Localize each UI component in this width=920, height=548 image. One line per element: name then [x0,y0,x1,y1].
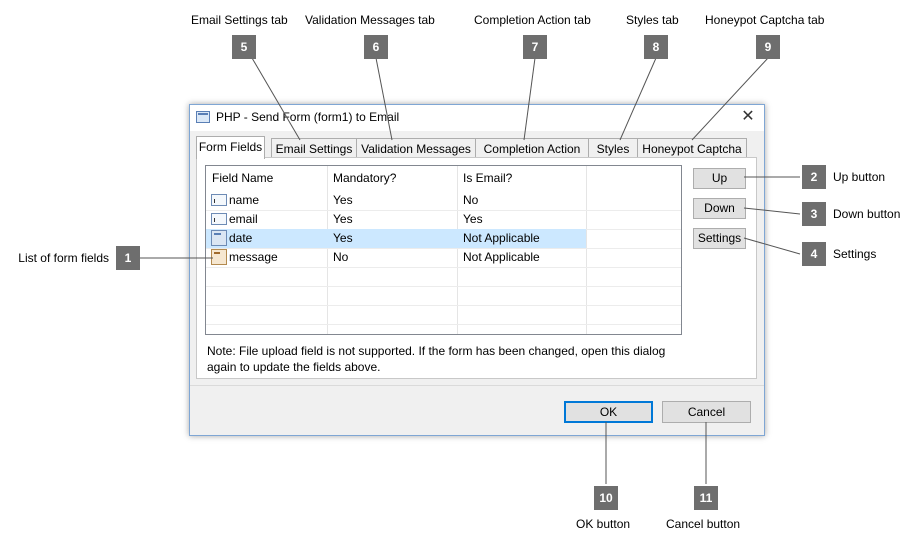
row-divider [206,324,681,325]
up-button[interactable]: Up [693,168,746,189]
column-header-is-email[interactable]: Is Email? [457,166,512,190]
callout-label-11: Cancel button [666,517,741,531]
tab-completion-action[interactable]: Completion Action [475,138,589,158]
mandatory-cell: No [333,250,349,264]
callout-label-2: Up button [833,170,886,184]
table-row[interactable]: date Yes Not Applicable [206,229,681,248]
callout-label-8: Styles tab [626,13,679,27]
callout-badge-4: 4 [802,242,826,266]
callout-label-1: List of form fields [18,251,109,265]
callout-badge-10: 10 [594,486,618,510]
callout-badge-2: 2 [802,165,826,189]
callout-label-10: OK button [576,517,631,531]
field-name-cell: date [229,231,253,245]
is-email-cell: Yes [463,212,483,226]
down-button[interactable]: Down [693,198,746,219]
row-divider [206,267,681,268]
tab-form-fields[interactable]: Form Fields [196,136,265,159]
callout-badge-5: 5 [232,35,256,59]
send-form-dialog: PHP - Send Form (form1) to Email ✕ Form … [189,104,765,436]
table-row[interactable]: name Yes No [206,191,681,210]
callout-label-4: Settings [833,247,877,261]
is-email-cell: No [463,193,479,207]
cancel-button[interactable]: Cancel [662,401,751,423]
callout-badge-7: 7 [523,35,547,59]
callout-label-6: Validation Messages tab [305,13,435,27]
text-field-icon [211,213,227,225]
tab-email-settings[interactable]: Email Settings [271,138,357,158]
callout-badge-3: 3 [802,202,826,226]
form-fields-list[interactable]: Field Name Mandatory? Is Email? name Yes… [205,165,682,335]
mandatory-cell: Yes [333,231,353,245]
row-divider [206,305,681,306]
form-fields-panel: Field Name Mandatory? Is Email? name Yes… [196,157,757,379]
callout-label-3: Down button [833,207,901,221]
callout-label-5: Email Settings tab [191,13,288,27]
ok-button[interactable]: OK [564,401,653,423]
list-header: Field Name Mandatory? Is Email? [206,166,681,190]
text-field-icon [211,194,227,206]
dialog-titlebar[interactable]: PHP - Send Form (form1) to Email ✕ [190,105,764,131]
column-header-field-name[interactable]: Field Name [206,166,273,190]
tab-honeypot-captcha[interactable]: Honeypot Captcha [637,138,747,158]
mandatory-cell: Yes [333,193,353,207]
is-email-cell: Not Applicable [463,231,540,245]
tab-validation-messages[interactable]: Validation Messages [356,138,476,158]
field-name-cell: name [229,193,260,207]
column-header-mandatory[interactable]: Mandatory? [327,166,396,190]
callout-badge-11: 11 [694,486,718,510]
is-email-cell: Not Applicable [463,250,540,264]
table-row[interactable]: message No Not Applicable [206,248,681,267]
mandatory-cell: Yes [333,212,353,226]
callout-label-7: Completion Action tab [474,13,591,27]
callout-badge-8: 8 [644,35,668,59]
field-name-cell: email [229,212,258,226]
dialog-title: PHP - Send Form (form1) to Email [216,110,400,124]
settings-button[interactable]: Settings [693,228,746,249]
dialog-footer: OK Cancel [190,386,764,435]
close-icon[interactable]: ✕ [738,107,758,127]
field-name-cell: message [229,250,278,264]
callout-badge-1: 1 [116,246,140,270]
note-text: Note: File upload field is not supported… [207,344,666,374]
tab-styles[interactable]: Styles [588,138,638,158]
callout-badge-9: 9 [756,35,780,59]
callout-badge-6: 6 [364,35,388,59]
row-divider [206,286,681,287]
textarea-field-icon [211,249,227,265]
app-window-icon [196,111,210,123]
table-row[interactable]: email Yes Yes [206,210,681,229]
date-field-icon [211,230,227,246]
callout-label-9: Honeypot Captcha tab [705,13,825,27]
